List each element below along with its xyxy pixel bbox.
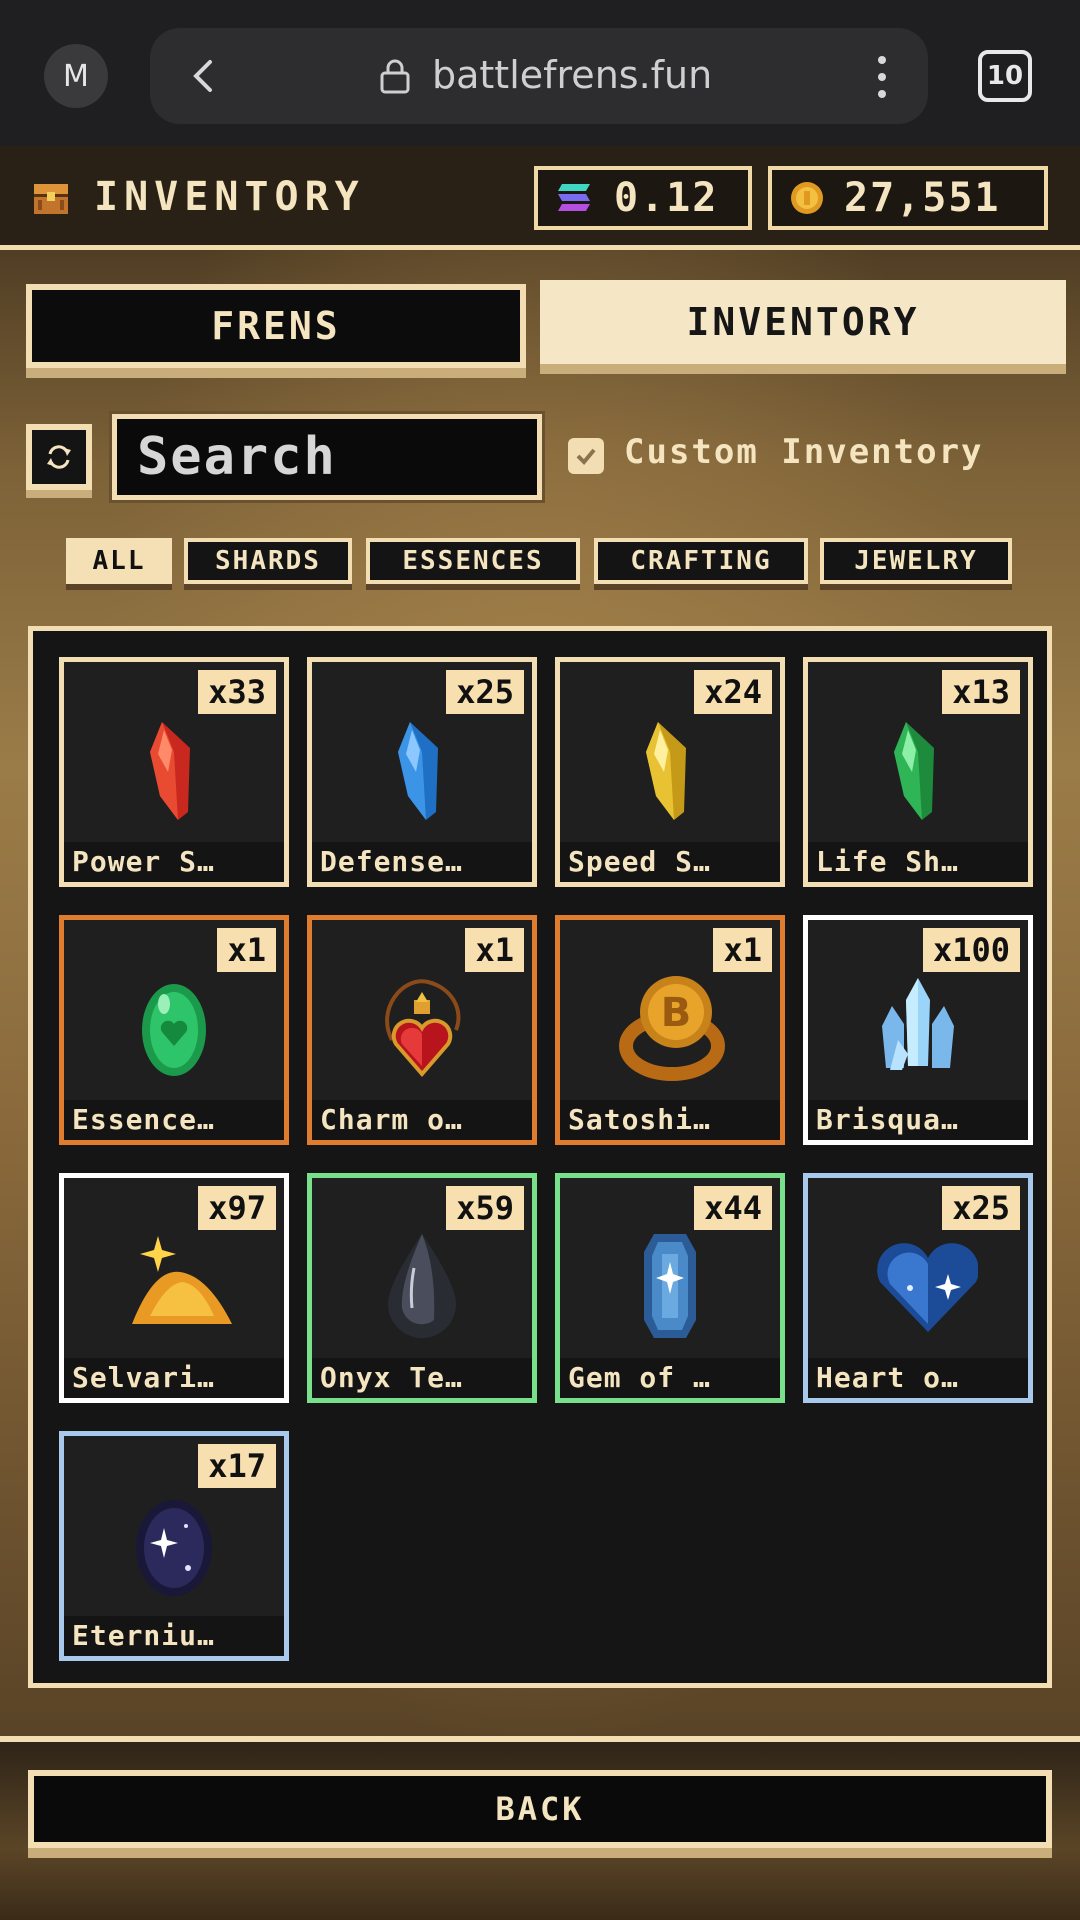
item-name: Heart o…	[808, 1358, 1028, 1398]
filter-essences[interactable]: ESSENCES	[366, 538, 580, 584]
sol-balance-box: 0.12	[534, 166, 752, 230]
coin-balance-box: 27,551	[768, 166, 1048, 230]
sol-balance-value: 0.12	[614, 175, 719, 221]
inventory-item[interactable]: x59 Onyx Te…	[307, 1173, 537, 1403]
item-count: x59	[446, 1186, 524, 1230]
item-name: Power S…	[64, 842, 284, 882]
heart-charm-icon	[385, 979, 461, 1078]
item-name: Gem of …	[560, 1358, 780, 1398]
custom-inventory-checkbox[interactable]	[568, 438, 604, 474]
item-count: x100	[922, 928, 1020, 972]
inventory-grid: x33 Power S… x25 Defense… x24 Speed S… x…	[28, 626, 1052, 1688]
item-name: Eterniu…	[64, 1616, 284, 1656]
item-name: Satoshi…	[560, 1100, 780, 1140]
green-shard-icon	[894, 722, 934, 820]
yellow-shard-icon	[646, 722, 686, 820]
lock-icon	[380, 59, 410, 94]
inventory-item[interactable]: x25 Heart o…	[803, 1173, 1033, 1403]
tab-switcher-button[interactable]: 10	[978, 50, 1032, 102]
back-button[interactable]: BACK	[28, 1770, 1052, 1848]
inventory-item[interactable]: x24 Speed S…	[555, 657, 785, 887]
gold-coin-icon	[791, 182, 823, 214]
inventory-item[interactable]: x1 B Satoshi…	[555, 915, 785, 1145]
custom-inventory-label[interactable]: Custom Inventory	[624, 432, 984, 472]
solana-icon	[558, 184, 590, 211]
svg-text:B: B	[661, 990, 692, 1036]
inventory-header: INVENTORY 0.12 27,551	[0, 146, 1080, 250]
blue-gem-icon	[644, 1234, 696, 1338]
profile-avatar[interactable]: M	[44, 44, 108, 108]
treasure-chest-icon	[34, 184, 68, 214]
tab-inventory[interactable]: INVENTORY	[540, 280, 1066, 364]
item-count: x1	[465, 928, 524, 972]
item-count: x13	[942, 670, 1020, 714]
item-count: x33	[198, 670, 276, 714]
gold-dust-icon	[132, 1236, 232, 1324]
tab-frens[interactable]: FRENS	[26, 284, 526, 368]
filter-shards[interactable]: SHARDS	[184, 538, 352, 584]
item-count: x97	[198, 1186, 276, 1230]
inventory-item[interactable]: x13 Life Sh…	[803, 657, 1033, 887]
refresh-button[interactable]	[26, 424, 92, 490]
inventory-item[interactable]: x33 Power S…	[59, 657, 289, 887]
blue-shard-icon	[398, 722, 438, 820]
back-chevron-icon[interactable]	[186, 58, 222, 94]
blue-heart-icon	[877, 1243, 978, 1332]
item-name: Speed S…	[560, 842, 780, 882]
game-screen: INVENTORY 0.12 27,551 FRENS INVENTORY Se…	[0, 146, 1080, 1920]
bitcoin-ring-icon: B	[619, 976, 725, 1081]
item-name: Charm o…	[312, 1100, 532, 1140]
green-heart-gem-icon	[142, 984, 206, 1076]
galaxy-orb-icon	[136, 1500, 212, 1596]
item-count: x44	[694, 1186, 772, 1230]
filter-all[interactable]: ALL	[66, 538, 172, 584]
inventory-item[interactable]: x100 Brisqua…	[803, 915, 1033, 1145]
page-title: INVENTORY	[94, 174, 365, 220]
inventory-item[interactable]: x97 Selvari…	[59, 1173, 289, 1403]
item-name: Essence…	[64, 1100, 284, 1140]
address-bar[interactable]: battlefrens.fun	[150, 28, 928, 124]
inventory-item[interactable]: x1 Essence…	[59, 915, 289, 1145]
item-count: x1	[217, 928, 276, 972]
filter-crafting[interactable]: CRAFTING	[594, 538, 808, 584]
item-count: x24	[694, 670, 772, 714]
coin-balance-value: 27,551	[844, 175, 1001, 221]
inventory-item[interactable]: x1 Charm o…	[307, 915, 537, 1145]
red-shard-icon	[150, 722, 190, 820]
item-count: x17	[198, 1444, 276, 1488]
item-name: Onyx Te…	[312, 1358, 532, 1398]
inventory-item[interactable]: x17 Eterniu…	[59, 1431, 289, 1661]
item-name: Selvari…	[64, 1358, 284, 1398]
more-options-icon[interactable]	[872, 54, 892, 100]
ice-crystal-icon	[882, 978, 954, 1070]
item-name: Brisqua…	[808, 1100, 1028, 1140]
item-name: Life Sh…	[808, 842, 1028, 882]
checkmark-icon	[576, 448, 596, 465]
item-count: x25	[942, 1186, 1020, 1230]
refresh-icon	[47, 445, 71, 469]
item-count: x1	[713, 928, 772, 972]
filter-jewelry[interactable]: JEWELRY	[820, 538, 1012, 584]
browser-bar: M battlefrens.fun 10	[0, 0, 1080, 146]
inventory-item[interactable]: x25 Defense…	[307, 657, 537, 887]
url-text: battlefrens.fun	[432, 53, 713, 97]
search-input[interactable]	[109, 411, 545, 503]
item-count: x25	[446, 670, 524, 714]
item-name: Defense…	[312, 842, 532, 882]
onyx-tear-icon	[388, 1234, 456, 1338]
inventory-item[interactable]: x44 Gem of …	[555, 1173, 785, 1403]
